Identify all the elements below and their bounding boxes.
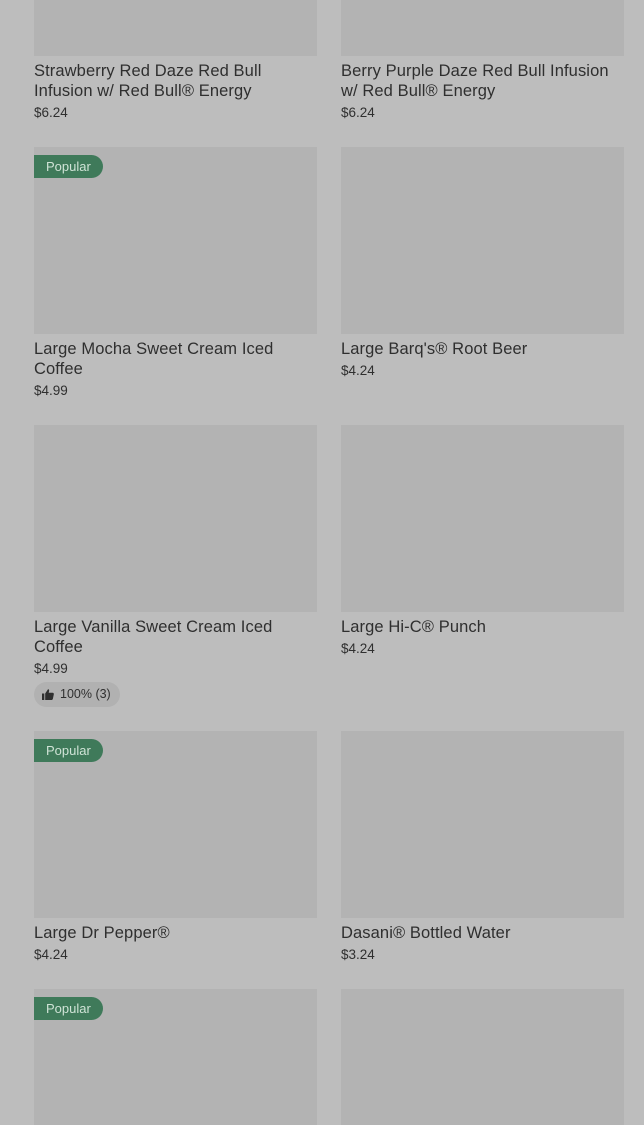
- product-price: $6.24: [34, 105, 68, 120]
- product-name[interactable]: Strawberry Red Daze Red Bull Infusion w/…: [34, 61, 317, 101]
- popular-badge: Popular: [34, 739, 103, 762]
- product-image[interactable]: [34, 425, 317, 612]
- product-price: $4.24: [34, 947, 68, 962]
- product-image[interactable]: [341, 731, 624, 918]
- product-price: $4.99: [34, 383, 68, 398]
- rating-pill: 100% (3): [34, 682, 120, 707]
- product-name[interactable]: Large Dr Pepper®: [34, 923, 317, 943]
- popular-badge: Popular: [34, 997, 103, 1020]
- product-price: $4.99: [34, 661, 68, 676]
- product-price: $6.24: [341, 105, 375, 120]
- product-image[interactable]: [341, 147, 624, 334]
- product-image[interactable]: [341, 989, 624, 1125]
- product-price: $3.24: [341, 947, 375, 962]
- product-name[interactable]: Large Hi-C® Punch: [341, 617, 624, 637]
- product-name[interactable]: Large Barq's® Root Beer: [341, 339, 624, 359]
- product-name[interactable]: Large Vanilla Sweet Cream Iced Coffee: [34, 617, 317, 657]
- product-image[interactable]: [34, 0, 317, 56]
- thumbs-up-icon: [42, 689, 54, 700]
- menu-item-grid: Strawberry Red Daze Red Bull Infusion w/…: [0, 0, 644, 1125]
- product-name[interactable]: Dasani® Bottled Water: [341, 923, 624, 943]
- rating-text: 100% (3): [60, 687, 111, 701]
- product-image[interactable]: [341, 425, 624, 612]
- product-image[interactable]: [341, 0, 624, 56]
- product-price: $4.24: [341, 641, 375, 656]
- product-price: $4.24: [341, 363, 375, 378]
- popular-badge: Popular: [34, 155, 103, 178]
- product-name[interactable]: Large Mocha Sweet Cream Iced Coffee: [34, 339, 317, 379]
- product-name[interactable]: Berry Purple Daze Red Bull Infusion w/ R…: [341, 61, 624, 101]
